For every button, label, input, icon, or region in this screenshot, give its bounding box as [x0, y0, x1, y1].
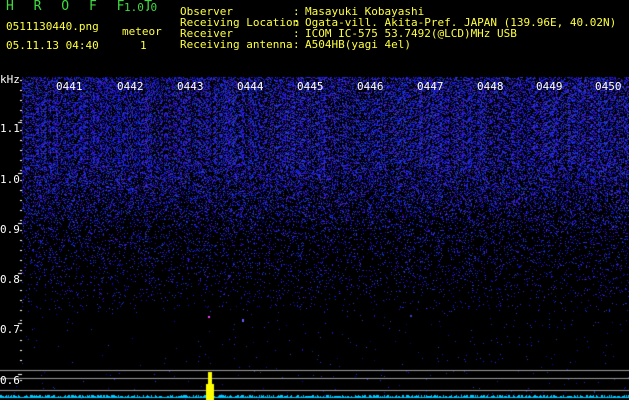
- y-tick-label: 0.7: [0, 323, 20, 336]
- capture-timestamp: 05.11.13 04:40: [6, 39, 99, 52]
- x-tick-label: 0448: [477, 80, 504, 93]
- x-tick-label: 0450: [595, 80, 622, 93]
- info-key: Receiving antenna: [180, 38, 293, 51]
- y-tick-label: 1.0: [0, 173, 20, 186]
- image-filename: 0511130440.png: [6, 20, 99, 33]
- x-tick-label: 0447: [417, 80, 444, 93]
- x-tick-label: 0445: [297, 80, 324, 93]
- app-version: 1.0.0: [124, 1, 158, 14]
- event-count: 1: [140, 39, 147, 52]
- event-label: meteor: [122, 25, 162, 38]
- spectrogram-canvas: [0, 72, 629, 400]
- x-tick-label: 0449: [536, 80, 563, 93]
- info-value: A504HB(yagi 4el): [305, 38, 411, 51]
- y-tick-label: 1.1: [0, 122, 20, 135]
- y-axis-unit: kHz: [0, 73, 20, 86]
- x-tick-label: 0446: [357, 80, 384, 93]
- x-tick-label: 0444: [237, 80, 264, 93]
- y-tick-label: 0.9: [0, 223, 20, 236]
- header-panel: H R O F F T 1.0.0 0511130440.png 05.11.1…: [0, 0, 629, 72]
- x-tick-label: 0441: [56, 80, 83, 93]
- info-row-antenna: Receiving antenna : A504HB(yagi 4el): [180, 39, 411, 51]
- info-colon: :: [293, 38, 300, 51]
- x-tick-label: 0442: [117, 80, 144, 93]
- x-tick-label: 0443: [177, 80, 204, 93]
- y-tick-label: 0.6: [0, 374, 20, 387]
- y-tick-label: 0.8: [0, 273, 20, 286]
